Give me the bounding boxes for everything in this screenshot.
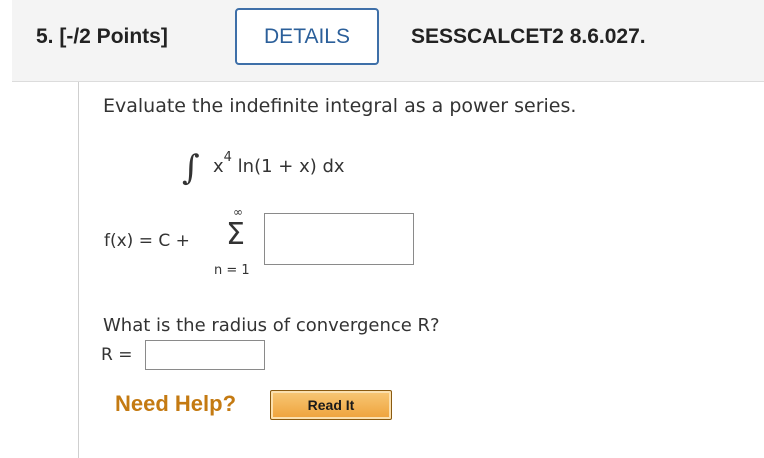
question-points-label: 5. [-/2 Points] bbox=[36, 25, 168, 48]
read-it-button[interactable]: Read It bbox=[270, 390, 392, 420]
radius-question: What is the radius of convergence R? bbox=[103, 315, 440, 336]
fx-expression-label: f(x) = C + bbox=[104, 231, 190, 251]
question-header: 5. [-/2 Points] DETAILS SESSCALCET2 8.6.… bbox=[12, 0, 764, 82]
radius-answer-input[interactable] bbox=[145, 340, 265, 370]
integrand-base: x bbox=[213, 156, 224, 177]
problem-reference-id: SESSCALCET2 8.6.027. bbox=[411, 25, 646, 48]
need-help-label: Need Help? bbox=[115, 391, 237, 416]
integrand-rest: ln(1 + x) dx bbox=[237, 156, 345, 177]
problem-prompt: Evaluate the indefinite integral as a po… bbox=[103, 95, 577, 117]
content-left-rule bbox=[78, 82, 79, 458]
integrand: x4 ln(1 + x) dx bbox=[213, 150, 345, 177]
radius-label: R = bbox=[101, 345, 133, 365]
sum-lower-limit: n = 1 bbox=[214, 263, 250, 278]
integrand-exponent: 4 bbox=[223, 150, 232, 165]
integral-sign: ∫ bbox=[182, 148, 200, 188]
details-button[interactable]: DETAILS bbox=[235, 8, 379, 65]
series-answer-input[interactable] bbox=[264, 213, 414, 265]
summation-icon: Σ bbox=[226, 217, 245, 252]
